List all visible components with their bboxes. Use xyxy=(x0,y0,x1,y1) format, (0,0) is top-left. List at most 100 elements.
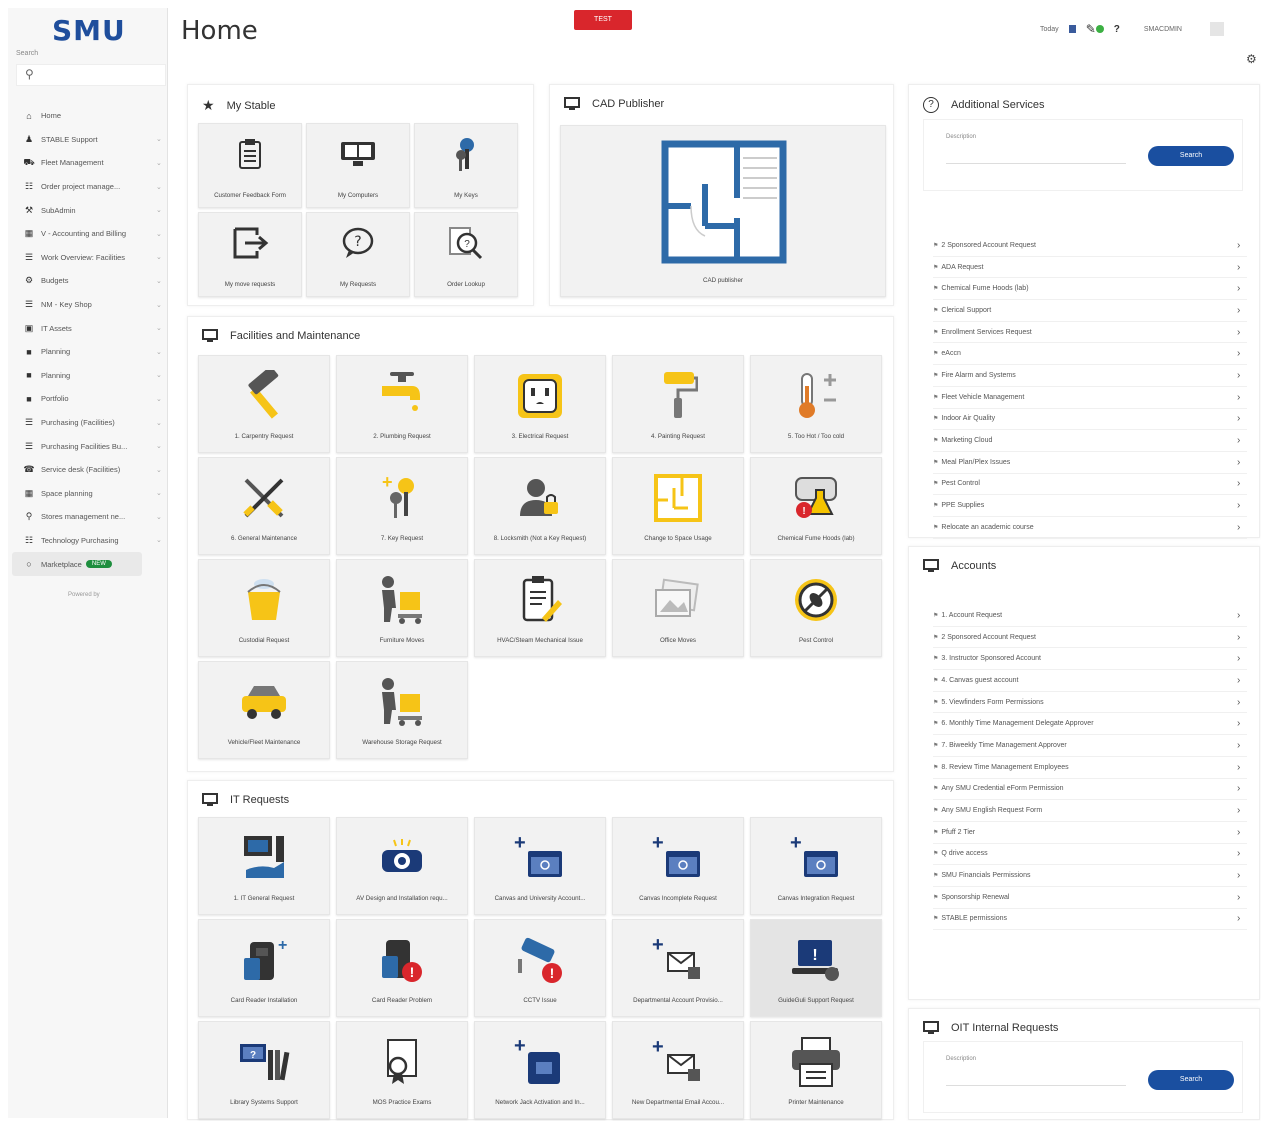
request-tile[interactable]: + Canvas Incomplete Request xyxy=(612,817,744,915)
request-tile[interactable]: 4. Painting Request xyxy=(612,355,744,453)
service-link[interactable]: ⚑ Fire Alarm and Systems › xyxy=(933,365,1247,387)
request-tile[interactable]: ? Order Lookup xyxy=(414,212,518,297)
sidebar-item[interactable]: ■ Portfolio ⌄ xyxy=(8,387,168,411)
request-tile[interactable]: 3. Electrical Request xyxy=(474,355,606,453)
request-tile[interactable]: My Computers xyxy=(306,123,410,208)
request-tile[interactable]: ! GuideGuli Support Request xyxy=(750,919,882,1017)
chevron-down-icon[interactable]: ⌄ xyxy=(156,135,168,143)
help-button[interactable]: ? xyxy=(1114,24,1120,35)
settings-gear-icon[interactable]: ⚙ xyxy=(1246,52,1257,66)
chevron-down-icon[interactable]: ⌄ xyxy=(156,395,168,403)
request-tile[interactable]: + Network Jack Activation and In... xyxy=(474,1021,606,1119)
service-link[interactable]: ⚑ Relocate an academic course › xyxy=(933,517,1247,539)
sidebar-item[interactable]: ⚙ Budgets ⌄ xyxy=(8,269,168,293)
chevron-down-icon[interactable]: ⌄ xyxy=(156,277,168,285)
request-tile[interactable]: 6. General Maintenance xyxy=(198,457,330,555)
service-link[interactable]: ⚑ Any SMU English Request Form › xyxy=(933,800,1247,822)
sidebar-item[interactable]: ■ Planning ⌄ xyxy=(8,340,168,364)
service-link[interactable]: ⚑ 1. Account Request › xyxy=(933,605,1247,627)
chevron-down-icon[interactable]: ⌄ xyxy=(156,183,168,191)
sidebar-item[interactable]: ☰ Purchasing (Facilities) ⌄ xyxy=(8,411,168,435)
chevron-down-icon[interactable]: ⌄ xyxy=(156,513,168,521)
request-tile[interactable]: Vehicle/Fleet Maintenance xyxy=(198,661,330,759)
sidebar-item[interactable]: ▦ Space planning ⌄ xyxy=(8,482,168,506)
sidebar-item[interactable]: ☷ Order project manage... ⌄ xyxy=(8,175,168,199)
request-tile[interactable]: Customer Feedback Form xyxy=(198,123,302,208)
sidebar-item[interactable]: ♟ STABLE Support ⌄ xyxy=(8,128,168,152)
chevron-down-icon[interactable]: ⌄ xyxy=(156,348,168,356)
sidebar-item-marketplace[interactable]: ○ Marketplace NEW xyxy=(12,552,142,576)
service-link[interactable]: ⚑ 3. Instructor Sponsored Account › xyxy=(933,648,1247,671)
service-link[interactable]: ⚑ Pest Control › xyxy=(933,474,1247,496)
request-tile[interactable]: ! CCTV Issue xyxy=(474,919,606,1017)
chevron-down-icon[interactable]: ⌄ xyxy=(156,159,168,167)
chevron-down-icon[interactable]: ⌄ xyxy=(156,419,168,427)
request-tile[interactable]: + Card Reader Installation xyxy=(198,919,330,1017)
request-tile[interactable]: 2. Plumbing Request xyxy=(336,355,468,453)
sidebar-item[interactable]: ☎ Service desk (Facilities) ⌄ xyxy=(8,458,168,482)
request-tile[interactable]: ? Library Systems Support xyxy=(198,1021,330,1119)
service-link[interactable]: ⚑ Marketing Cloud › xyxy=(933,430,1247,452)
chevron-down-icon[interactable]: ⌄ xyxy=(156,536,168,544)
chevron-down-icon[interactable]: ⌄ xyxy=(156,489,168,497)
sidebar-item[interactable]: ⌂ Home xyxy=(8,104,168,128)
notification-icon[interactable]: ✎ xyxy=(1086,22,1104,36)
service-link[interactable]: ⚑ Any SMU Credential eForm Permission › xyxy=(933,779,1247,801)
service-link[interactable]: ⚑ 4. Canvas guest account › xyxy=(933,670,1247,692)
chevron-down-icon[interactable]: ⌄ xyxy=(156,442,168,450)
request-tile[interactable]: Pest Control xyxy=(750,559,882,657)
request-tile[interactable]: + Canvas and University Account... xyxy=(474,817,606,915)
chevron-down-icon[interactable]: ⌄ xyxy=(156,230,168,238)
request-tile[interactable]: ? My Requests xyxy=(306,212,410,297)
service-link[interactable]: ⚑ PPE Supplies › xyxy=(933,495,1247,517)
request-tile[interactable]: + Canvas Integration Request xyxy=(750,817,882,915)
request-tile[interactable]: Office Moves xyxy=(612,559,744,657)
description-input[interactable] xyxy=(946,146,1126,164)
service-link[interactable]: ⚑ Enrollment Services Request › xyxy=(933,322,1247,344)
request-tile[interactable]: 5. Too Hot / Too cold xyxy=(750,355,882,453)
sidebar-item[interactable]: ⛟ Fleet Management ⌄ xyxy=(8,151,168,175)
request-tile[interactable]: HVAC/Steam Mechanical Issue xyxy=(474,559,606,657)
request-tile[interactable]: Custodial Request xyxy=(198,559,330,657)
chevron-down-icon[interactable]: ⌄ xyxy=(156,324,168,332)
search-button[interactable]: Search xyxy=(1148,146,1234,166)
request-tile[interactable]: + Departmental Account Provisio... xyxy=(612,919,744,1017)
sidebar-item[interactable]: ▣ IT Assets ⌄ xyxy=(8,316,168,340)
chevron-down-icon[interactable]: ⌄ xyxy=(156,253,168,261)
request-tile[interactable]: 1. IT General Request xyxy=(198,817,330,915)
request-tile[interactable]: Warehouse Storage Request xyxy=(336,661,468,759)
request-tile[interactable]: ! Chemical Fume Hoods (lab) xyxy=(750,457,882,555)
request-tile[interactable]: My move requests xyxy=(198,212,302,297)
request-tile[interactable]: ! Card Reader Problem xyxy=(336,919,468,1017)
service-link[interactable]: ⚑ 7. Biweekly Time Management Approver › xyxy=(933,735,1247,757)
service-link[interactable]: ⚑ Indoor Air Quality › xyxy=(933,409,1247,431)
sidebar-item[interactable]: ⚒ SubAdmin ⌄ xyxy=(8,198,168,222)
today-label[interactable]: Today xyxy=(1040,26,1059,33)
request-tile[interactable]: 1. Carpentry Request xyxy=(198,355,330,453)
calendar-icon[interactable] xyxy=(1068,25,1076,33)
chevron-down-icon[interactable]: ⌄ xyxy=(156,301,168,309)
service-link[interactable]: ⚑ Pfuff 2 Tier › xyxy=(933,822,1247,844)
user-avatar[interactable] xyxy=(1209,22,1224,36)
request-tile[interactable]: +7. Key Request xyxy=(336,457,468,555)
chevron-down-icon[interactable]: ⌄ xyxy=(156,371,168,379)
service-link[interactable]: ⚑ Meal Plan/Plex Issues › xyxy=(933,452,1247,474)
description-input[interactable] xyxy=(946,1068,1126,1086)
request-tile[interactable]: AV Design and Installation requ... xyxy=(336,817,468,915)
request-tile[interactable]: + New Departmental Email Accou... xyxy=(612,1021,744,1119)
service-link[interactable]: ⚑ 2 Sponsored Account Request › xyxy=(933,235,1247,257)
sidebar-item[interactable]: ☰ NM - Key Shop ⌄ xyxy=(8,293,168,317)
service-link[interactable]: ⚑ Q drive access › xyxy=(933,844,1247,866)
service-link[interactable]: ⚑ 6. Monthly Time Management Delegate App… xyxy=(933,713,1247,736)
request-tile[interactable]: 8. Locksmith (Not a Key Request) xyxy=(474,457,606,555)
service-link[interactable]: ⚑ 8. Review Time Management Employees › xyxy=(933,757,1247,779)
user-name[interactable]: SMACDMIN xyxy=(1144,26,1182,33)
service-link[interactable]: ⚑ Fleet Vehicle Management › xyxy=(933,387,1247,409)
sidebar-item[interactable]: ⚲ Stores management ne... ⌄ xyxy=(8,505,168,529)
service-link[interactable]: ⚑ STABLE permissions › xyxy=(933,909,1247,931)
request-tile[interactable]: MOS Practice Exams xyxy=(336,1021,468,1119)
service-link[interactable]: ⚑ eAccn › xyxy=(933,343,1247,366)
chevron-down-icon[interactable]: ⌄ xyxy=(156,206,168,214)
search-button[interactable]: Search xyxy=(1148,1070,1234,1090)
request-tile[interactable]: My Keys xyxy=(414,123,518,208)
